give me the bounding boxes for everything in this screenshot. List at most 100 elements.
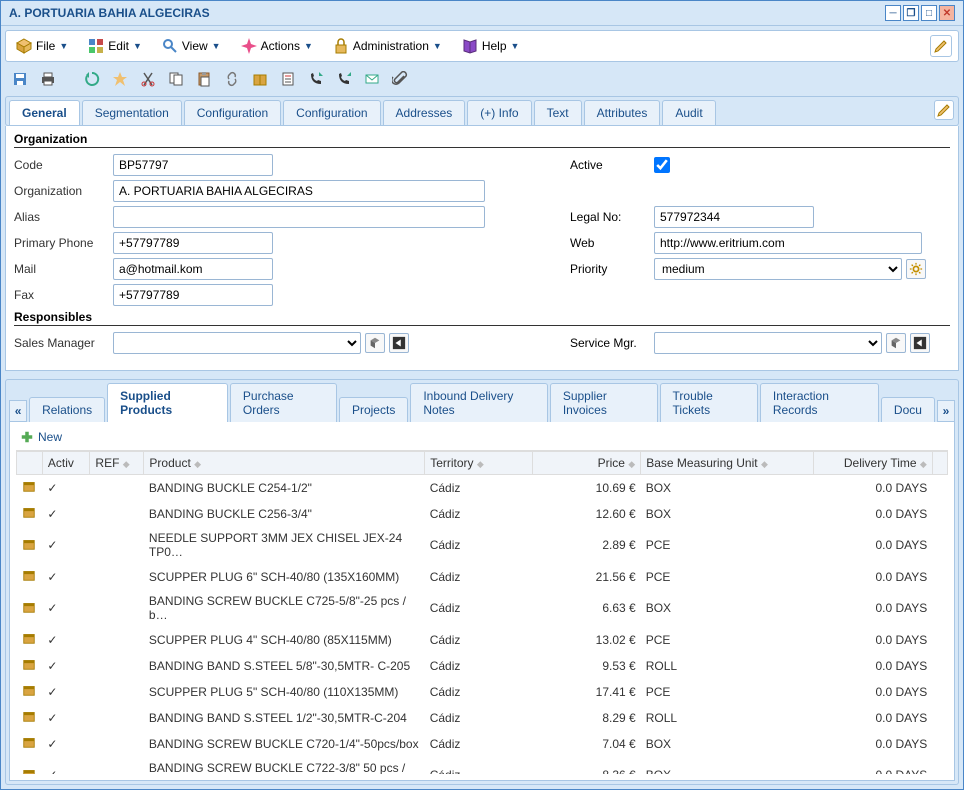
table-row[interactable]: ✓BANDING SCREW BUCKLE C720-1/4"-50pcs/bo… [17, 731, 948, 757]
paste-icon[interactable] [195, 70, 213, 88]
tab-interactions[interactable]: Interaction Records [760, 383, 879, 422]
alias-input[interactable] [113, 206, 485, 228]
minimize-button[interactable]: ─ [885, 5, 901, 21]
priority-select[interactable]: medium [654, 258, 902, 280]
cell-active: ✓ [42, 653, 90, 679]
phone-in-icon[interactable] [335, 70, 353, 88]
cut-icon[interactable] [139, 70, 157, 88]
table-row[interactable]: ✓SCUPPER PLUG 4" SCH-40/80 (85X115MM)Cád… [17, 627, 948, 653]
code-input[interactable] [113, 154, 273, 176]
package-icon[interactable] [251, 70, 269, 88]
tab-segmentation[interactable]: Segmentation [82, 100, 182, 125]
pencil-button[interactable] [930, 35, 952, 57]
cell-ref [90, 527, 144, 564]
save-icon[interactable] [11, 70, 29, 88]
table-row[interactable]: ✓BANDING BUCKLE C254-1/2"Cádiz10.69 €BOX… [17, 475, 948, 501]
mail-icon[interactable] [363, 70, 381, 88]
web-input[interactable] [654, 232, 922, 254]
priority-lookup-button[interactable] [906, 259, 926, 279]
fax-label: Fax [14, 288, 109, 302]
actions-menu[interactable]: Actions ▼ [237, 36, 317, 56]
print-icon[interactable] [39, 70, 57, 88]
tab-edit-button[interactable] [934, 100, 954, 120]
col-unit[interactable]: Base Measuring Unit ◆ [641, 452, 814, 475]
table-row[interactable]: ✓BANDING BAND S.STEEL 5/8"-30,5MTR- C-20… [17, 653, 948, 679]
table-row[interactable]: ✓SCUPPER PLUG 5" SCH-40/80 (110X135MM)Cá… [17, 679, 948, 705]
view-menu[interactable]: View ▼ [158, 36, 225, 56]
close-button[interactable]: ✕ [939, 5, 955, 21]
table-row[interactable]: ✓NEEDLE SUPPORT 3MM JEX CHISEL JEX-24 TP… [17, 527, 948, 564]
tab-plus-info[interactable]: (+) Info [467, 100, 531, 125]
tab-projects[interactable]: Projects [339, 397, 408, 422]
help-menu[interactable]: Help ▼ [458, 36, 524, 56]
cell-territory: Cádiz [425, 627, 533, 653]
service-mgr-select[interactable] [654, 332, 882, 354]
cell-unit: PCE [641, 527, 814, 564]
tab-documents[interactable]: Docu [881, 397, 935, 422]
tab-supplied-products[interactable]: Supplied Products [107, 383, 228, 422]
lower-tabs: « Relations Supplied Products Purchase O… [6, 380, 958, 422]
tab-relations[interactable]: Relations [29, 397, 105, 422]
tab-invoices[interactable]: Supplier Invoices [550, 383, 658, 422]
phone-input[interactable] [113, 232, 273, 254]
service-mgr-search-button[interactable] [886, 333, 906, 353]
window-title: A. PORTUARIA BAHIA ALGECIRAS [9, 6, 210, 20]
sales-mgr-open-button[interactable] [389, 333, 409, 353]
scroll-right-button[interactable]: » [937, 400, 955, 422]
tab-audit[interactable]: Audit [662, 100, 715, 125]
plus-icon [20, 430, 34, 444]
table-row[interactable]: ✓BANDING BAND S.STEEL 1/2"-30,5MTR-C-204… [17, 705, 948, 731]
table-row[interactable]: ✓SCUPPER PLUG 6" SCH-40/80 (135X160MM)Cá… [17, 564, 948, 590]
table-row[interactable]: ✓BANDING SCREW BUCKLE C722-3/8" 50 pcs /… [17, 757, 948, 775]
table-row[interactable]: ✓BANDING SCREW BUCKLE C725-5/8"-25 pcs /… [17, 590, 948, 627]
tab-text[interactable]: Text [534, 100, 582, 125]
magnifier-icon [162, 38, 178, 54]
col-price[interactable]: Price ◆ [533, 452, 641, 475]
link-icon[interactable] [223, 70, 241, 88]
file-menu[interactable]: File ▼ [12, 36, 72, 56]
legal-input[interactable] [654, 206, 814, 228]
tab-config1[interactable]: Configuration [184, 100, 281, 125]
maximize-button[interactable]: □ [921, 5, 937, 21]
phone-out-icon[interactable] [307, 70, 325, 88]
tab-inbound[interactable]: Inbound Delivery Notes [410, 383, 548, 422]
tab-config2[interactable]: Configuration [283, 100, 380, 125]
tab-general[interactable]: General [9, 100, 80, 125]
report-icon[interactable] [279, 70, 297, 88]
fax-input[interactable] [113, 284, 273, 306]
star-icon[interactable] [111, 70, 129, 88]
sales-mgr-select[interactable] [113, 332, 361, 354]
cell-product: NEEDLE SUPPORT 3MM JEX CHISEL JEX-24 TP0… [144, 527, 425, 564]
new-button[interactable]: New [16, 428, 948, 446]
attach-icon[interactable] [391, 70, 409, 88]
col-product[interactable]: Product ◆ [144, 452, 425, 475]
cell-product: BANDING SCREW BUCKLE C725-5/8"-25 pcs / … [144, 590, 425, 627]
tab-purchase-orders[interactable]: Purchase Orders [230, 383, 337, 422]
cell-product: BANDING SCREW BUCKLE C722-3/8" 50 pcs / … [144, 757, 425, 775]
cell-product: BANDING BAND S.STEEL 1/2"-30,5MTR-C-204 [144, 705, 425, 731]
tab-addresses[interactable]: Addresses [383, 100, 466, 125]
scroll-left-button[interactable]: « [9, 400, 27, 422]
caret-icon: ▼ [304, 41, 313, 51]
table-row[interactable]: ✓BANDING BUCKLE C256-3/4"Cádiz12.60 €BOX… [17, 501, 948, 527]
service-mgr-open-button[interactable] [910, 333, 930, 353]
grid-scroll[interactable]: Activ REF ◆ Product ◆ Territory ◆ Price … [16, 450, 948, 774]
sales-mgr-search-button[interactable] [365, 333, 385, 353]
active-checkbox[interactable] [654, 157, 670, 173]
col-active[interactable]: Activ [42, 452, 90, 475]
mail-input[interactable] [113, 258, 273, 280]
col-icon[interactable] [17, 452, 43, 475]
tab-tickets[interactable]: Trouble Tickets [660, 383, 758, 422]
refresh-icon[interactable] [83, 70, 101, 88]
col-territory[interactable]: Territory ◆ [425, 452, 533, 475]
cell-price: 17.41 € [533, 679, 641, 705]
col-ref[interactable]: REF ◆ [90, 452, 144, 475]
admin-menu[interactable]: Administration ▼ [329, 36, 446, 56]
cell-ref [90, 564, 144, 590]
org-input[interactable] [113, 180, 485, 202]
copy-icon[interactable] [167, 70, 185, 88]
col-delivery[interactable]: Delivery Time ◆ [814, 452, 933, 475]
restore-button[interactable]: ❐ [903, 5, 919, 21]
tab-attributes[interactable]: Attributes [584, 100, 661, 125]
edit-menu[interactable]: Edit ▼ [84, 36, 146, 56]
